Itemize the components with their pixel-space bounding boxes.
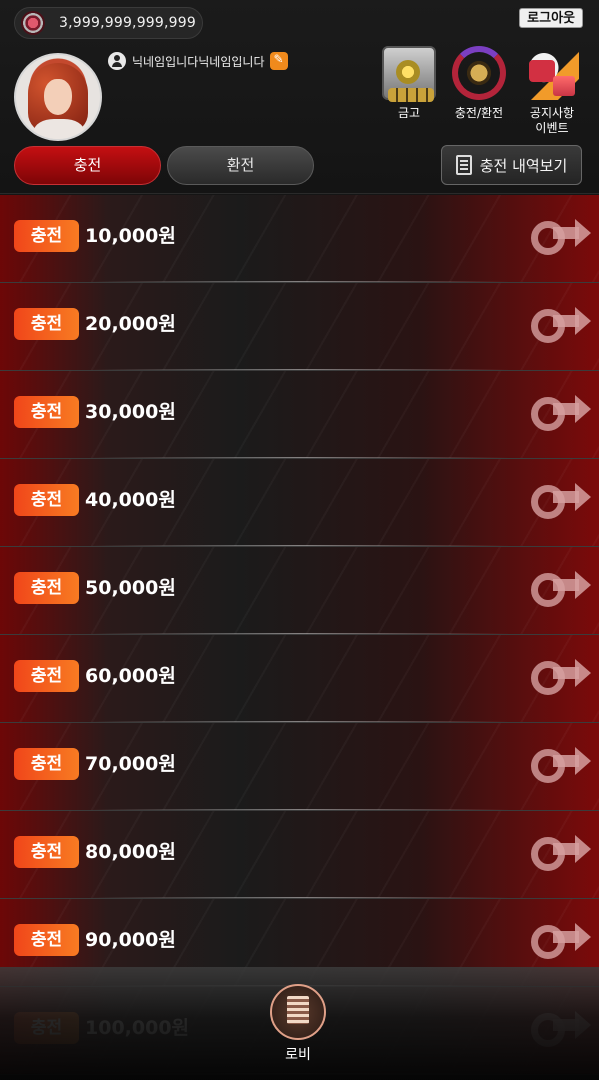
chip-arrow-icon[interactable] [529, 657, 591, 703]
lobby-icon[interactable] [270, 984, 326, 1040]
chip-arrow-icon[interactable] [529, 745, 591, 791]
vault-button[interactable]: 금고 [382, 46, 436, 121]
chip-arrow-icon[interactable] [529, 569, 591, 615]
nickname: 닉네임입니다닉네임입니다 [132, 54, 265, 69]
charge-history-label: 충전 내역보기 [479, 156, 568, 175]
charge-badge[interactable]: 충전 [14, 484, 79, 516]
charge-option-row[interactable]: 충전 40,000원 [0, 459, 599, 547]
chip-arrow-icon[interactable] [529, 921, 591, 967]
charge-badge[interactable]: 충전 [14, 396, 79, 428]
charge-amount: 20,000원 [85, 313, 176, 335]
chip-arrow-icon[interactable] [529, 481, 591, 527]
exchange-icon [452, 46, 506, 100]
user-icon [108, 52, 126, 70]
tab-exchange[interactable]: 환전 [167, 146, 314, 185]
charge-amount: 80,000원 [85, 841, 176, 863]
charge-amount: 50,000원 [85, 577, 176, 599]
charge-option-row[interactable]: 충전 70,000원 [0, 723, 599, 811]
charge-amount: 90,000원 [85, 929, 176, 951]
charge-badge[interactable]: 충전 [14, 660, 79, 692]
charge-badge[interactable]: 충전 [14, 836, 79, 868]
charge-badge[interactable]: 충전 [14, 924, 79, 956]
balance-pill: 3,999,999,999,999 [14, 7, 203, 39]
edit-icon[interactable] [270, 52, 289, 70]
document-icon [455, 155, 472, 175]
charge-badge[interactable]: 충전 [14, 748, 79, 780]
charge-amount: 70,000원 [85, 753, 176, 775]
chip-arrow-icon[interactable] [529, 217, 591, 263]
charge-amount: 60,000원 [85, 665, 176, 687]
chip-arrow-icon[interactable] [529, 833, 591, 879]
vault-label: 금고 [397, 106, 421, 120]
charge-option-row[interactable]: 충전 30,000원 [0, 371, 599, 459]
charge-option-row[interactable]: 충전 50,000원 [0, 547, 599, 635]
charge-amount: 40,000원 [85, 489, 176, 511]
notice-icon [525, 46, 579, 100]
charge-amount: 30,000원 [85, 401, 176, 423]
balance-amount: 3,999,999,999,999 [59, 15, 196, 31]
charge-badge[interactable]: 충전 [14, 308, 79, 340]
chip-arrow-icon[interactable] [529, 305, 591, 351]
charge-badge[interactable]: 충전 [14, 572, 79, 604]
tab-charge[interactable]: 충전 [14, 146, 161, 185]
charge-option-row[interactable]: 충전 60,000원 [0, 635, 599, 723]
nickname-row: 닉네임입니다닉네임입니다 [108, 52, 289, 70]
charge-exchange-button[interactable]: 충전/환전 [452, 46, 506, 121]
charge-option-row[interactable]: 충전 80,000원 [0, 811, 599, 899]
vault-icon [382, 46, 436, 102]
notice-event-button[interactable]: 공지사항 이벤트 [525, 46, 579, 136]
chip-arrow-icon[interactable] [529, 393, 591, 439]
charge-badge[interactable]: 충전 [14, 220, 79, 252]
logout-button[interactable]: 로그아웃 [519, 8, 583, 28]
charge-amount: 10,000원 [85, 225, 176, 247]
charge-history-button[interactable]: 충전 내역보기 [441, 145, 582, 185]
charge-amount-list: 충전 10,000원 충전 20,000원 충전 30,000원 충전 40,000원 충전 50… [0, 195, 599, 1075]
avatar[interactable] [14, 53, 102, 141]
charge-exchange-label: 충전/환전 [454, 106, 504, 120]
header: 3,999,999,999,999 로그아웃 닉네임입니다닉네임입니다 금고 충… [0, 0, 599, 194]
charge-option-row[interactable]: 충전 20,000원 [0, 283, 599, 371]
lobby-label[interactable]: 로비 [270, 1044, 326, 1064]
casino-chip-icon [21, 11, 45, 35]
notice-label: 공지사항 이벤트 [529, 106, 575, 135]
charge-option-row[interactable]: 충전 10,000원 [0, 195, 599, 283]
